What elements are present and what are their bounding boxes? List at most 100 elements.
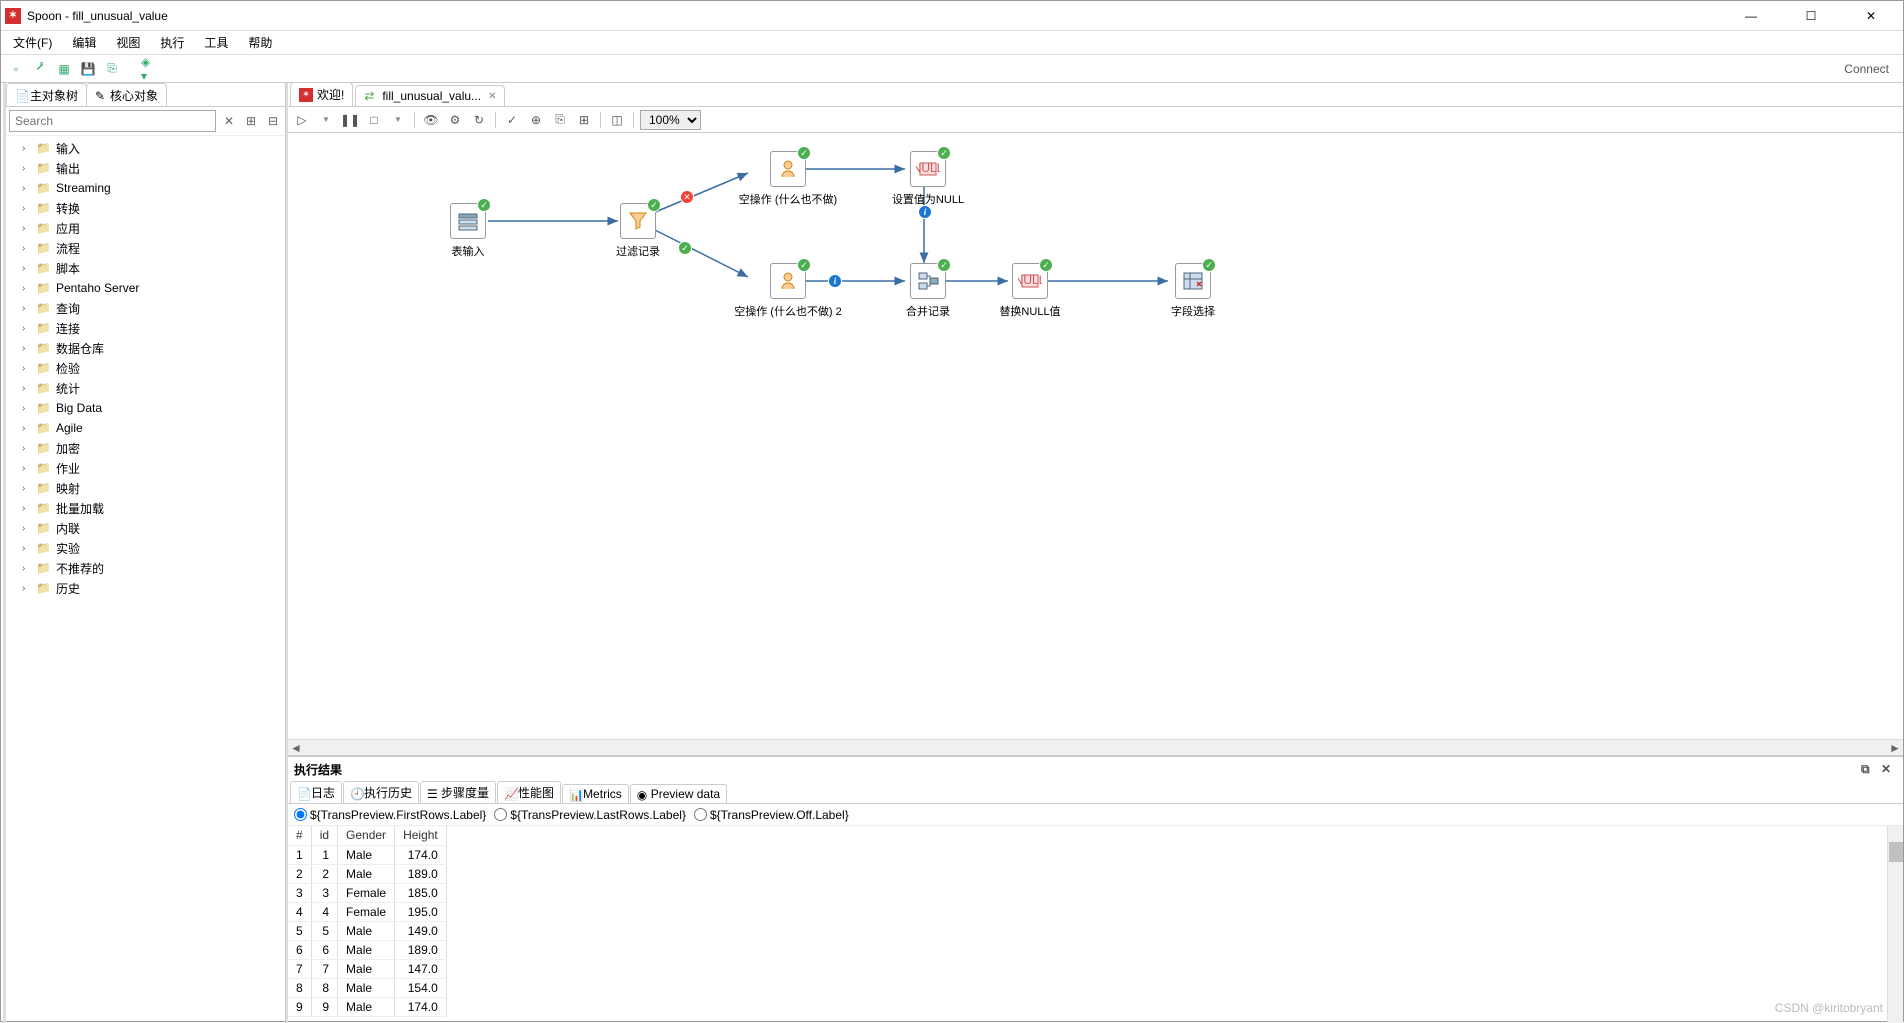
run-icon[interactable]: ▷ [292,110,312,130]
table-row[interactable]: 77Male147.0 [288,959,446,978]
table-row[interactable]: 33Female185.0 [288,883,446,902]
open-icon[interactable]: ⭷ [31,60,49,78]
sidebar-item[interactable]: ›内联 [6,518,285,538]
sidebar-item[interactable]: ›转换 [6,198,285,218]
explore-icon[interactable]: ▦ [55,60,73,78]
replay-icon[interactable]: ↻ [469,110,489,130]
save-as-icon[interactable]: ⎘ [103,60,121,78]
zoom-select[interactable]: 100% [640,110,701,130]
sidebar-tab-main-tree[interactable]: 📄 主对象树 [6,83,87,106]
tab-metrics[interactable]: 📊Metrics [562,784,629,803]
table-header[interactable]: # [288,826,311,845]
sidebar-item[interactable]: ›Pentaho Server [6,278,285,298]
tab-perf-graph[interactable]: 📈性能图 [497,781,561,803]
results-v-scrollbar[interactable] [1887,826,1903,1023]
sidebar-item[interactable]: ›统计 [6,378,285,398]
connect-button[interactable]: Connect [1836,60,1897,78]
expand-all-icon[interactable]: ⊞ [242,112,260,130]
sidebar-item[interactable]: ›Streaming [6,178,285,198]
pause-icon[interactable]: ❚❚ [340,110,360,130]
transformation-canvas[interactable]: 表输入 过滤记录 空操作 (什么也不做) NULL 设置值为NULL 空操作 (… [288,133,1903,739]
save-icon[interactable]: 💾 [79,60,97,78]
sidebar-item[interactable]: ›输入 [6,138,285,158]
node-dummy-1[interactable]: 空操作 (什么也不做) [718,151,858,207]
sidebar-item[interactable]: ›映射 [6,478,285,498]
tab-step-metrics[interactable]: ☰步骤度量 [420,781,496,803]
menu-edit[interactable]: 编辑 [66,32,102,53]
sidebar-item[interactable]: ›查询 [6,298,285,318]
debug-icon[interactable]: ⚙ [445,110,465,130]
node-table-input[interactable]: 表输入 [418,203,518,259]
sidebar-tree[interactable]: ›输入›输出›Streaming›转换›应用›流程›脚本›Pentaho Ser… [6,136,285,1023]
sidebar-item[interactable]: ›不推荐的 [6,558,285,578]
explore-db-icon[interactable]: ⊞ [574,110,594,130]
minimize-button[interactable]: — [1731,4,1771,28]
stop-icon[interactable]: □ [364,110,384,130]
sidebar-item[interactable]: ›数据仓库 [6,338,285,358]
folder-icon [36,561,52,575]
node-select-values[interactable]: 字段选择 [1143,263,1243,319]
sidebar-item[interactable]: ›流程 [6,238,285,258]
new-file-icon[interactable]: ▫ [7,60,25,78]
maximize-button[interactable]: ☐ [1791,4,1831,28]
tab-history[interactable]: 🕘执行历史 [343,781,419,803]
run-dropdown-icon[interactable]: ▼ [316,110,336,130]
table-header[interactable]: Height [395,826,447,845]
node-dummy-2[interactable]: 空操作 (什么也不做) 2 [713,263,863,319]
sidebar-item[interactable]: ›Big Data [6,398,285,418]
perspective-icon[interactable]: ◈ ▾ [141,60,159,78]
table-row[interactable]: 99Male174.0 [288,997,446,1016]
node-filter-rows[interactable]: 过滤记录 [588,203,688,259]
node-set-null[interactable]: NULL 设置值为NULL [878,151,978,207]
table-row[interactable]: 22Male189.0 [288,864,446,883]
menu-tools[interactable]: 工具 [198,32,234,53]
collapse-all-icon[interactable]: ⊟ [264,112,282,130]
table-row[interactable]: 66Male189.0 [288,940,446,959]
sql-icon[interactable]: ⎘ [550,110,570,130]
sidebar-item[interactable]: ›脚本 [6,258,285,278]
sidebar-item[interactable]: ›连接 [6,318,285,338]
clear-search-icon[interactable]: ✕ [220,112,238,130]
tab-welcome[interactable]: ✶ 欢迎! [290,82,353,106]
table-header[interactable]: id [311,826,337,845]
radio-last-rows[interactable]: ${TransPreview.LastRows.Label} [494,808,686,822]
tab-transformation[interactable]: ⇄ fill_unusual_valu... ✕ [355,85,505,106]
radio-first-rows[interactable]: ${TransPreview.FirstRows.Label} [294,808,486,822]
sidebar-tab-core-objects[interactable]: ✎ 核心对象 [86,83,167,106]
results-close-icon[interactable]: ✕ [1881,762,1897,778]
impact-icon[interactable]: ⊕ [526,110,546,130]
tab-preview-data[interactable]: ◉Preview data [630,784,727,803]
table-header[interactable]: Gender [338,826,395,845]
preview-data-table[interactable]: #idGenderHeight 11Male174.022Male189.033… [288,826,447,1017]
sidebar-item[interactable]: ›Agile [6,418,285,438]
show-results-icon[interactable]: ◫ [607,110,627,130]
menu-run[interactable]: 执行 [154,32,190,53]
sidebar-item[interactable]: ›加密 [6,438,285,458]
preview-icon[interactable]: 👁 [421,110,441,130]
sidebar-item[interactable]: ›检验 [6,358,285,378]
table-row[interactable]: 55Male149.0 [288,921,446,940]
node-merge-rows[interactable]: 合并记录 [878,263,978,319]
sidebar-item[interactable]: ›作业 [6,458,285,478]
verify-icon[interactable]: ✓ [502,110,522,130]
close-tab-icon[interactable]: ✕ [488,91,496,102]
close-button[interactable]: ✕ [1851,4,1891,28]
node-replace-null[interactable]: NULL 替换NULL值 [980,263,1080,319]
radio-off[interactable]: ${TransPreview.Off.Label} [694,808,849,822]
sidebar-item[interactable]: ›历史 [6,578,285,598]
table-row[interactable]: 11Male174.0 [288,845,446,864]
sidebar-item[interactable]: ›应用 [6,218,285,238]
tab-log[interactable]: 📄日志 [290,781,342,803]
sidebar-item[interactable]: ›批量加载 [6,498,285,518]
table-row[interactable]: 44Female195.0 [288,902,446,921]
table-row[interactable]: 88Male154.0 [288,978,446,997]
search-input[interactable] [9,110,216,132]
canvas-h-scrollbar[interactable]: ◄► [288,739,1903,755]
sidebar-item[interactable]: ›实验 [6,538,285,558]
menu-file[interactable]: 文件(F) [7,32,58,53]
sidebar-item[interactable]: ›输出 [6,158,285,178]
menu-view[interactable]: 视图 [110,32,146,53]
menu-help[interactable]: 帮助 [242,32,278,53]
stop-dropdown-icon[interactable]: ▼ [388,110,408,130]
detach-icon[interactable]: ⧉ [1861,762,1877,778]
